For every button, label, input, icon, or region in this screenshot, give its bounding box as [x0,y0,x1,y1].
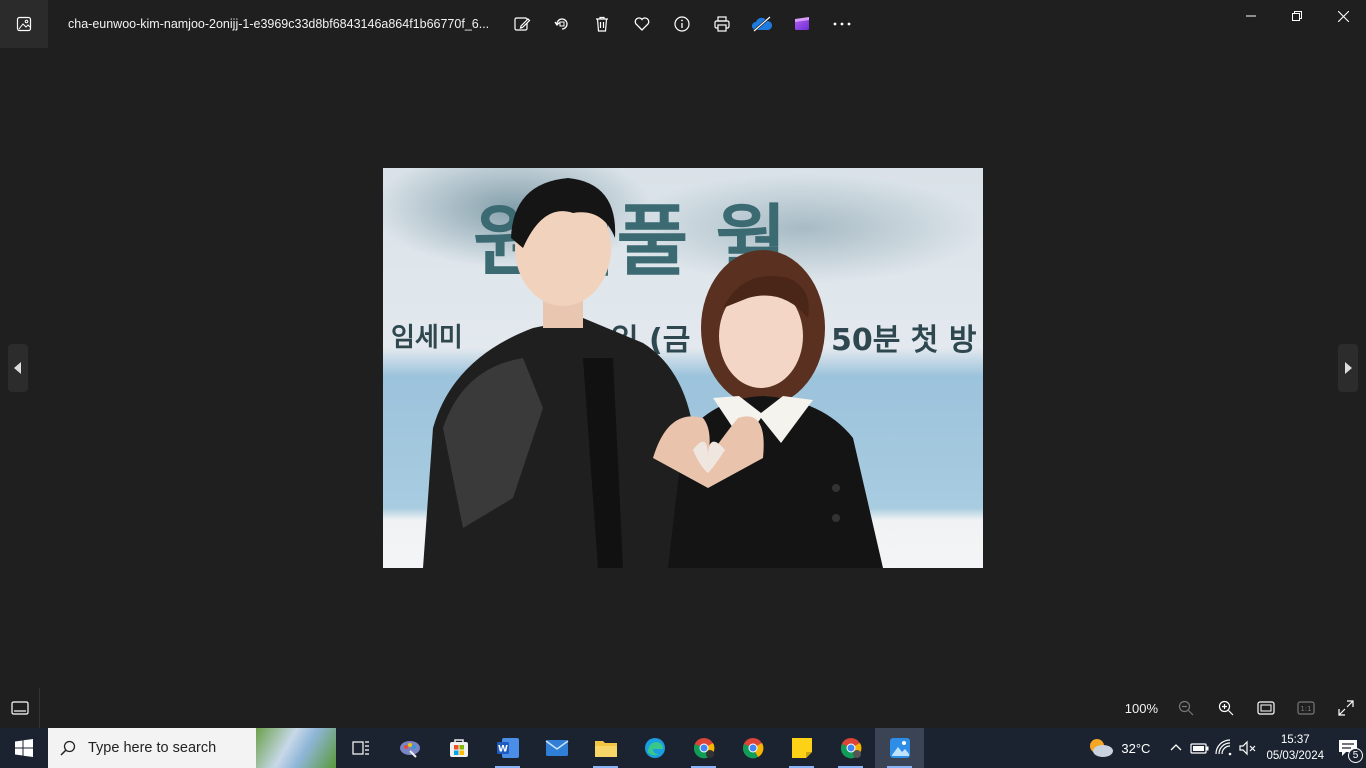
clock-date: 05/03/2024 [1266,750,1324,762]
minimize-button[interactable] [1228,0,1274,32]
search-icon [60,740,76,756]
photos-app-icon[interactable] [0,0,48,48]
filmstrip-toggle-button[interactable] [0,688,40,728]
clipchamp-icon[interactable] [782,4,822,44]
zoom-level[interactable]: 100% [1125,701,1158,716]
restore-button[interactable] [1274,0,1320,32]
windows-taskbar: Type here to search W 32°C 15:37 05/03/2… [0,728,1366,768]
rotate-icon[interactable] [542,4,582,44]
taskbar-app-file-explorer[interactable] [581,728,630,768]
svg-text:W: W [498,745,508,755]
zoom-out-button[interactable] [1166,688,1206,728]
taskbar-app-chrome-1[interactable] [679,728,728,768]
search-placeholder: Type here to search [88,740,217,756]
delete-icon[interactable] [582,4,622,44]
task-view-button[interactable] [336,728,385,768]
taskbar-app-chrome-3[interactable] [826,728,875,768]
title-bar: cha-eunwoo-kim-namjoo-2onijj-1-e3969c33d… [0,0,1366,48]
next-photo-button[interactable] [1338,344,1358,392]
taskbar-clock[interactable]: 15:37 05/03/2024 [1266,732,1324,764]
search-highlight-image[interactable] [256,728,336,768]
start-button[interactable] [0,728,48,768]
network-icon[interactable] [1212,736,1236,760]
banner-time-text: 50분 첫 방 [831,323,977,358]
taskbar-app-snipping[interactable] [385,728,434,768]
weather-temperature[interactable]: 32°C [1121,741,1150,756]
previous-photo-button[interactable] [8,344,28,392]
actual-size-button[interactable]: 1:1 [1286,688,1326,728]
chevron-up-icon[interactable] [1164,736,1188,760]
fullscreen-button[interactable] [1326,688,1366,728]
zoom-in-button[interactable] [1206,688,1246,728]
zoom-controls: 100% 1:1 [1125,688,1366,728]
taskbar-search-box[interactable]: Type here to search [48,728,256,768]
notifications-button[interactable]: 5 [1330,728,1366,768]
volume-muted-icon[interactable] [1236,736,1260,760]
photos-app-window: cha-eunwoo-kim-namjoo-2onijj-1-e3969c33d… [0,0,1366,728]
more-icon[interactable] [822,4,862,44]
info-icon[interactable] [662,4,702,44]
weather-icon[interactable] [1087,736,1115,760]
taskbar-app-mail[interactable] [532,728,581,768]
banner-cast-text: 임세미 [391,323,463,353]
svg-text:1:1: 1:1 [1300,705,1311,713]
taskbar-app-edge[interactable] [630,728,679,768]
clock-time: 15:37 [1280,734,1310,746]
taskbar-app-word[interactable]: W [483,728,532,768]
onedrive-icon[interactable] [742,4,782,44]
taskbar-app-sticky-notes[interactable] [777,728,826,768]
bottom-bar: 100% 1:1 [0,688,1366,728]
image-toolbar [502,4,862,44]
file-name: cha-eunwoo-kim-namjoo-2onijj-1-e3969c33d… [68,17,488,31]
close-button[interactable] [1320,0,1366,32]
taskbar-app-photos[interactable] [875,728,924,768]
print-icon[interactable] [702,4,742,44]
window-controls [1228,0,1366,32]
system-tray: 32°C 15:37 05/03/2024 5 [1087,728,1366,768]
taskbar-app-store[interactable] [434,728,483,768]
displayed-photo[interactable]: 원더풀 월 임세미 일 (금 50분 첫 방 [383,168,983,568]
notification-count-badge: 5 [1348,748,1363,763]
taskbar-app-chrome-2[interactable] [728,728,777,768]
battery-icon[interactable] [1188,736,1212,760]
favorite-icon[interactable] [622,4,662,44]
fit-to-window-button[interactable] [1246,688,1286,728]
edit-icon[interactable] [502,4,542,44]
